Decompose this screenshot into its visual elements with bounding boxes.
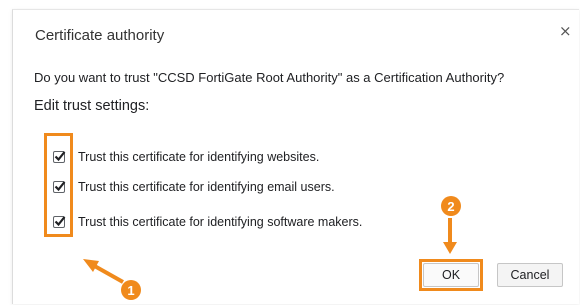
step-2-badge: 2 (441, 196, 461, 216)
backdrop-edge (0, 0, 580, 8)
certificate-authority-dialog: Certificate authority × Do you want to t… (12, 9, 579, 304)
annotation-arrows (83, 218, 457, 284)
arrow-step-2-icon (443, 218, 457, 254)
arrow-step-1-icon (83, 259, 124, 284)
step-1-badge: 1 (121, 280, 141, 300)
